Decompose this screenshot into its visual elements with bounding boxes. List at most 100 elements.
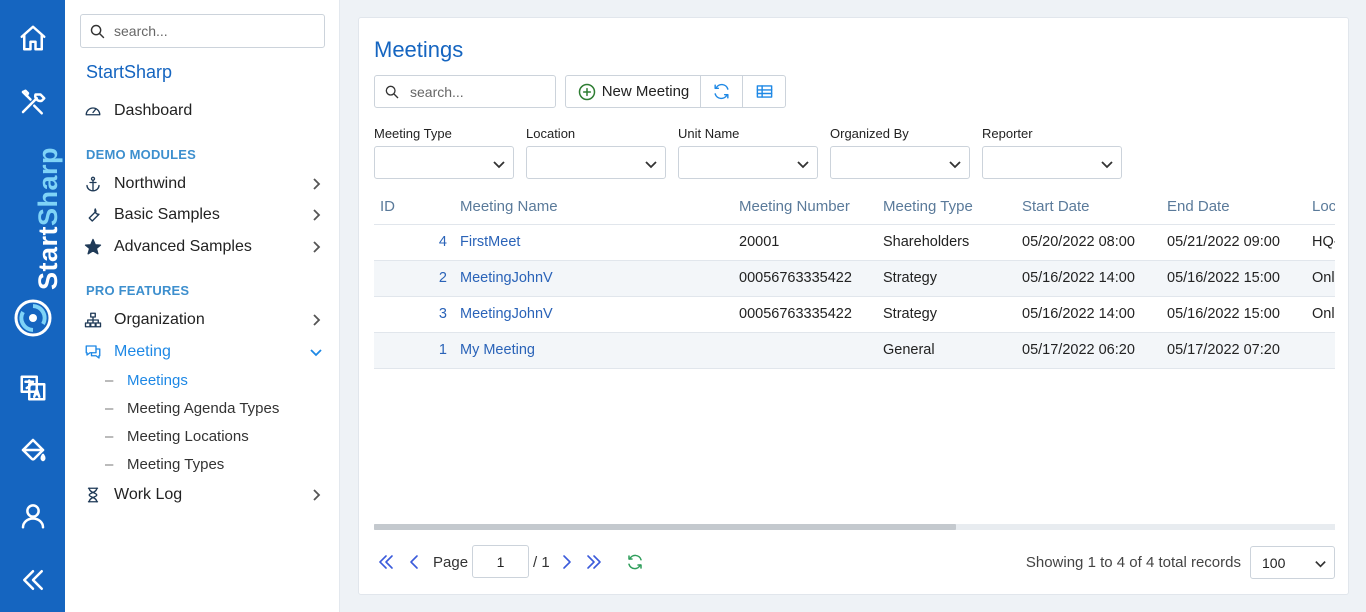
- filter-unit-name: Unit Name: [678, 126, 818, 179]
- filter-reporter: Reporter: [982, 126, 1122, 179]
- sidebar-item-label: Northwind: [114, 175, 187, 192]
- column-header-meeting-name[interactable]: Meeting Name: [454, 190, 733, 225]
- tools-icon[interactable]: [0, 77, 65, 127]
- cell-id: 2: [374, 260, 454, 297]
- chevron-down-icon: [645, 161, 657, 169]
- column-header-meeting-type[interactable]: Meeting Type: [877, 190, 1016, 225]
- sidebar-item-organization[interactable]: Organization: [80, 307, 330, 333]
- cell-id: 3: [374, 296, 454, 333]
- cell-end-date: 05/21/2022 09:00: [1161, 224, 1306, 261]
- filter-location-select[interactable]: [526, 146, 666, 179]
- filter-organized-by: Organized By: [830, 126, 970, 179]
- page-title: Meetings: [374, 37, 464, 62]
- section-demo-modules: DEMO MODULES: [86, 147, 197, 162]
- collapse-icon[interactable]: [0, 555, 65, 605]
- sidebar-item-dashboard[interactable]: Dashboard: [80, 98, 330, 124]
- sidebar-item-meeting[interactable]: Meeting: [80, 339, 330, 365]
- cell-meeting-name-link[interactable]: My Meeting: [454, 332, 733, 369]
- wrench-icon: [88, 208, 100, 222]
- page-number-input[interactable]: [472, 545, 529, 578]
- new-meeting-button[interactable]: New Meeting: [566, 76, 701, 107]
- sidebar-item-northwind[interactable]: Northwind: [80, 171, 330, 197]
- translate-icon[interactable]: [0, 363, 65, 413]
- cell-location: Online: [1306, 296, 1335, 333]
- refresh-icon: [714, 83, 729, 100]
- sidebar-item-work-log[interactable]: Work Log: [80, 482, 330, 508]
- cell-meeting-type: General: [877, 332, 1016, 369]
- search-icon: [90, 24, 105, 38]
- sidebar-search-input[interactable]: [114, 23, 314, 39]
- sidebar-item-advanced-samples[interactable]: Advanced Samples: [80, 234, 330, 260]
- home-icon[interactable]: [0, 13, 65, 63]
- column-header-start-date[interactable]: Start Date: [1016, 190, 1161, 225]
- chevron-down-icon: [310, 349, 322, 357]
- next-page-button[interactable]: [557, 552, 577, 572]
- cell-start-date: 05/16/2022 14:00: [1016, 296, 1161, 333]
- table-icon: [756, 85, 772, 98]
- last-page-button[interactable]: [584, 552, 604, 572]
- first-page-button[interactable]: [376, 552, 396, 572]
- cell-meeting-number: 20001: [733, 224, 877, 261]
- filter-organized-by-select[interactable]: [830, 146, 970, 179]
- chevron-down-icon: [493, 161, 505, 169]
- section-pro-features: PRO FEATURES: [86, 283, 190, 298]
- column-header-location[interactable]: Location: [1306, 190, 1335, 225]
- filter-meeting-type-select[interactable]: [374, 146, 514, 179]
- filter-reporter-select[interactable]: [982, 146, 1122, 179]
- chevron-right-icon: [563, 555, 571, 569]
- chevron-right-icon: [313, 489, 321, 501]
- cell-end-date: 05/16/2022 15:00: [1161, 296, 1306, 333]
- column-header-end-date[interactable]: End Date: [1161, 190, 1306, 225]
- chevron-right-icon: [313, 178, 321, 190]
- filter-unit-name-select[interactable]: [678, 146, 818, 179]
- chevron-right-icon: [313, 209, 321, 221]
- add-circle-icon: [578, 83, 595, 100]
- icon-rail: StartSharp: [0, 0, 65, 612]
- page-label: Page: [433, 554, 469, 571]
- sidebar-item-label: Meeting: [114, 343, 171, 360]
- cell-meeting-number: [733, 332, 877, 369]
- scrollbar-thumb[interactable]: [374, 524, 956, 530]
- cell-meeting-number: 00056763335422: [733, 296, 877, 333]
- column-header-meeting-number[interactable]: Meeting Number: [733, 190, 877, 225]
- sidebar-item-label: Advanced Samples: [114, 238, 252, 255]
- grid-search-input[interactable]: [410, 83, 550, 100]
- user-icon[interactable]: [0, 491, 65, 541]
- table-row[interactable]: 4 FirstMeet 20001 Shareholders 05/20/202…: [374, 224, 1335, 261]
- table-row[interactable]: 1 My Meeting General 05/17/2022 06:20 05…: [374, 332, 1335, 369]
- cell-location: [1306, 332, 1335, 369]
- sidebar-item-label: Dashboard: [114, 102, 193, 119]
- column-picker-button[interactable]: [743, 76, 785, 107]
- paint-bucket-icon[interactable]: [0, 425, 65, 475]
- chevron-down-icon: [1101, 161, 1113, 169]
- page-total-label: / 1: [533, 554, 550, 571]
- search-icon: [385, 85, 399, 98]
- chat-bubbles-icon: [85, 345, 101, 359]
- cell-meeting-name-link[interactable]: MeetingJohnV: [454, 296, 733, 333]
- grid-header-row: ID Meeting Name Meeting Number Meeting T…: [374, 190, 1335, 225]
- refresh-button[interactable]: [701, 76, 743, 107]
- meetings-grid: ID Meeting Name Meeting Number Meeting T…: [374, 190, 1335, 530]
- cell-id: 4: [374, 224, 454, 261]
- cell-start-date: 05/16/2022 14:00: [1016, 260, 1161, 297]
- sidebar-app-title[interactable]: StartSharp: [86, 62, 172, 83]
- toolbar: New Meeting: [565, 75, 786, 108]
- table-row[interactable]: 3 MeetingJohnV 00056763335422 Strategy 0…: [374, 296, 1335, 333]
- speedometer-icon: [85, 107, 101, 116]
- sidebar-subitem-meeting-locations[interactable]: – Meeting Locations: [105, 424, 249, 448]
- sidebar-subitem-meetings[interactable]: – Meetings: [105, 368, 188, 392]
- cell-meeting-type: Shareholders: [877, 224, 1016, 261]
- column-header-id[interactable]: ID: [374, 190, 454, 225]
- page-size-select[interactable]: 100: [1250, 546, 1335, 579]
- table-row[interactable]: 2 MeetingJohnV 00056763335422 Strategy 0…: [374, 260, 1335, 297]
- sidebar-subitem-meeting-agenda-types[interactable]: – Meeting Agenda Types: [105, 396, 279, 420]
- pager-refresh-button[interactable]: [625, 552, 645, 572]
- sidebar-subitem-meeting-types[interactable]: – Meeting Types: [105, 452, 224, 476]
- cell-meeting-name-link[interactable]: FirstMeet: [454, 224, 733, 261]
- cell-meeting-name-link[interactable]: MeetingJohnV: [454, 260, 733, 297]
- grid-search[interactable]: [374, 75, 556, 108]
- horizontal-scrollbar[interactable]: [374, 524, 1335, 530]
- sidebar-item-basic-samples[interactable]: Basic Samples: [80, 202, 330, 228]
- prev-page-button[interactable]: [404, 552, 424, 572]
- sidebar-search[interactable]: [80, 14, 325, 48]
